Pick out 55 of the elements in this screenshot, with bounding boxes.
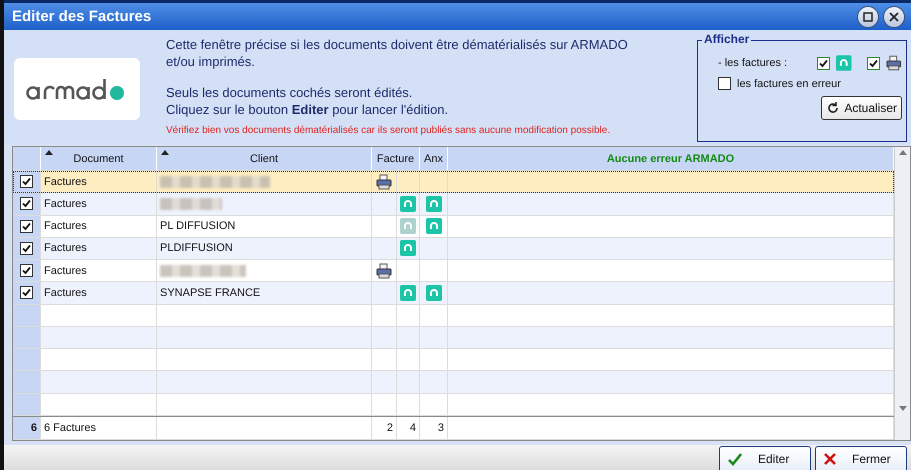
warning-text: Vérifiez bien vos documents dématérialisés car ils seront publiés sans aucune modification possible. [166,124,612,138]
close-window-button[interactable]: Fermer [815,446,907,470]
sort-icon [161,150,169,155]
checkbox[interactable] [20,264,33,278]
total-value: 2 [386,422,393,434]
table-cell: Factures [44,176,87,188]
table-cell: PLDIFFUSION [160,242,233,254]
checkbox[interactable] [817,56,830,70]
table-cell: PL DIFFUSION [160,220,236,232]
window-title: Editer des Factures [12,8,152,25]
total-label: 6 Factures [44,422,96,434]
scroll-down-icon[interactable] [898,406,906,411]
checkmark-icon [728,452,742,466]
checkbox[interactable] [20,175,33,188]
table-cell: Factures [44,242,87,254]
sort-icon [45,150,53,155]
intro-text: Cette fenêtre précise si les documents doivent être dématérialisés sur ARMADO [166,36,629,53]
errors-label: les factures en erreur [737,78,841,90]
instruction-text: Cliquez sur le bouton Editer pour lancer l'édition. [166,101,450,118]
scroll-up-icon[interactable] [898,150,906,155]
table-cell: SYNAPSE FRANCE [160,286,260,299]
total-value: 4 [410,422,416,434]
instruction-text: Seuls les documents cochés seront édités. [166,84,414,101]
table-cell: Factures [44,286,87,299]
edit-button[interactable]: Editer [719,446,811,470]
refresh-icon [826,101,840,115]
close-icon [889,12,899,22]
table-row[interactable]: Factures PL DIFFUSION [13,216,894,238]
table-row[interactable]: Factures PLDIFFUSION [13,238,894,260]
row-count: 6 [30,422,37,434]
cross-icon [824,452,836,464]
refresh-button[interactable]: Actualiser [821,96,902,120]
table-cell: Factures [44,264,87,277]
scrollbar[interactable] [894,147,910,440]
checkbox[interactable] [20,220,33,233]
checkbox[interactable] [718,77,731,90]
table-row[interactable]: Factures [13,260,894,282]
total-value: 3 [438,422,444,434]
checkbox[interactable] [20,197,33,210]
close-button[interactable] [883,6,905,28]
checkbox[interactable] [20,286,33,300]
armado-icon [836,55,852,71]
intro-text: et/ou imprimés. [166,53,256,70]
maximize-button[interactable] [857,6,879,28]
printer-icon [886,55,902,71]
invoices-label: - les factures : [718,57,788,69]
maximize-icon [863,12,873,22]
table-cell: Factures [44,198,87,210]
table-row[interactable]: Factures SYNAPSE FRANCE [13,282,894,305]
checkbox[interactable] [20,242,33,255]
table-row[interactable]: Factures [13,171,894,194]
checkbox[interactable] [867,56,880,70]
table-cell: Factures [44,220,87,232]
group-title: Afficher [702,32,752,46]
table-row[interactable]: Factures [13,193,894,216]
